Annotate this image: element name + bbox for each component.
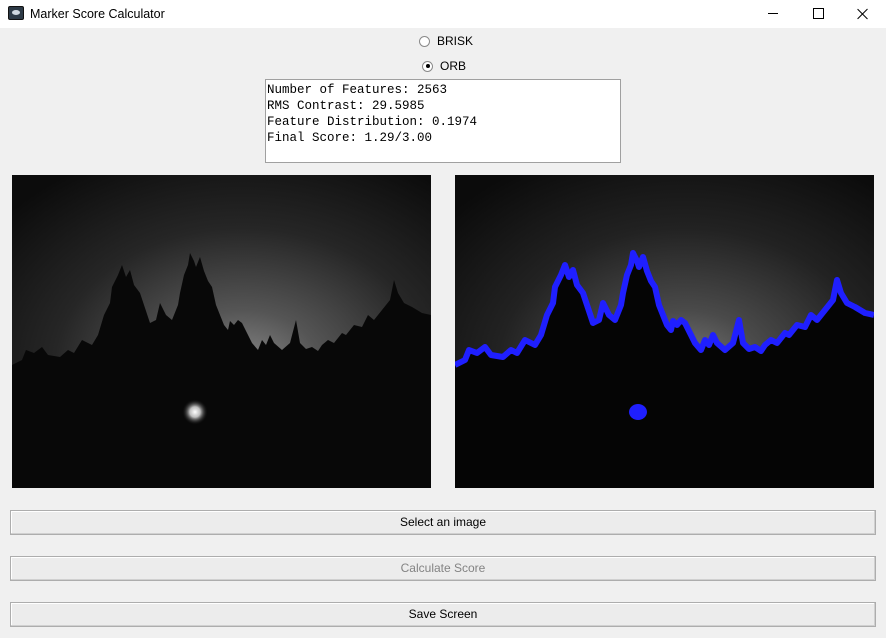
- radio-brisk-label: BRISK: [437, 34, 474, 48]
- radio-orb[interactable]: ORB: [422, 59, 466, 73]
- save-screen-button[interactable]: Save Screen: [10, 602, 876, 627]
- original-image: [12, 175, 431, 488]
- result-final-score: Final Score: 1.29/3.00: [267, 131, 433, 145]
- title-bar: Marker Score Calculator: [0, 0, 886, 28]
- minimize-button[interactable]: [750, 0, 796, 28]
- close-icon: [857, 8, 869, 20]
- close-button[interactable]: [840, 0, 886, 28]
- result-feature-distribution: Feature Distribution: 0.1974: [267, 115, 478, 129]
- radio-orb-label: ORB: [440, 59, 467, 73]
- calculate-score-button[interactable]: Calculate Score: [10, 556, 876, 581]
- maximize-button[interactable]: [795, 0, 841, 28]
- maximize-icon: [813, 8, 824, 19]
- feature-cluster: [629, 404, 647, 420]
- result-feature-count: Number of Features: 2563: [267, 83, 448, 97]
- result-rms-contrast: RMS Contrast: 29.5985: [267, 99, 425, 113]
- original-image-graphic: [12, 175, 431, 488]
- select-image-button[interactable]: Select an image: [10, 510, 876, 535]
- radio-brisk-circle[interactable]: [419, 35, 430, 47]
- radio-brisk[interactable]: BRISK: [419, 34, 473, 48]
- feature-image-graphic: [455, 175, 874, 488]
- feature-image: [455, 175, 874, 488]
- radio-orb-circle[interactable]: [422, 60, 433, 72]
- minimize-icon: [768, 13, 778, 14]
- results-textbox[interactable]: Number of Features: 2563 RMS Contrast: 2…: [265, 79, 621, 163]
- window-title: Marker Score Calculator: [30, 7, 165, 21]
- app-icon: [8, 6, 24, 20]
